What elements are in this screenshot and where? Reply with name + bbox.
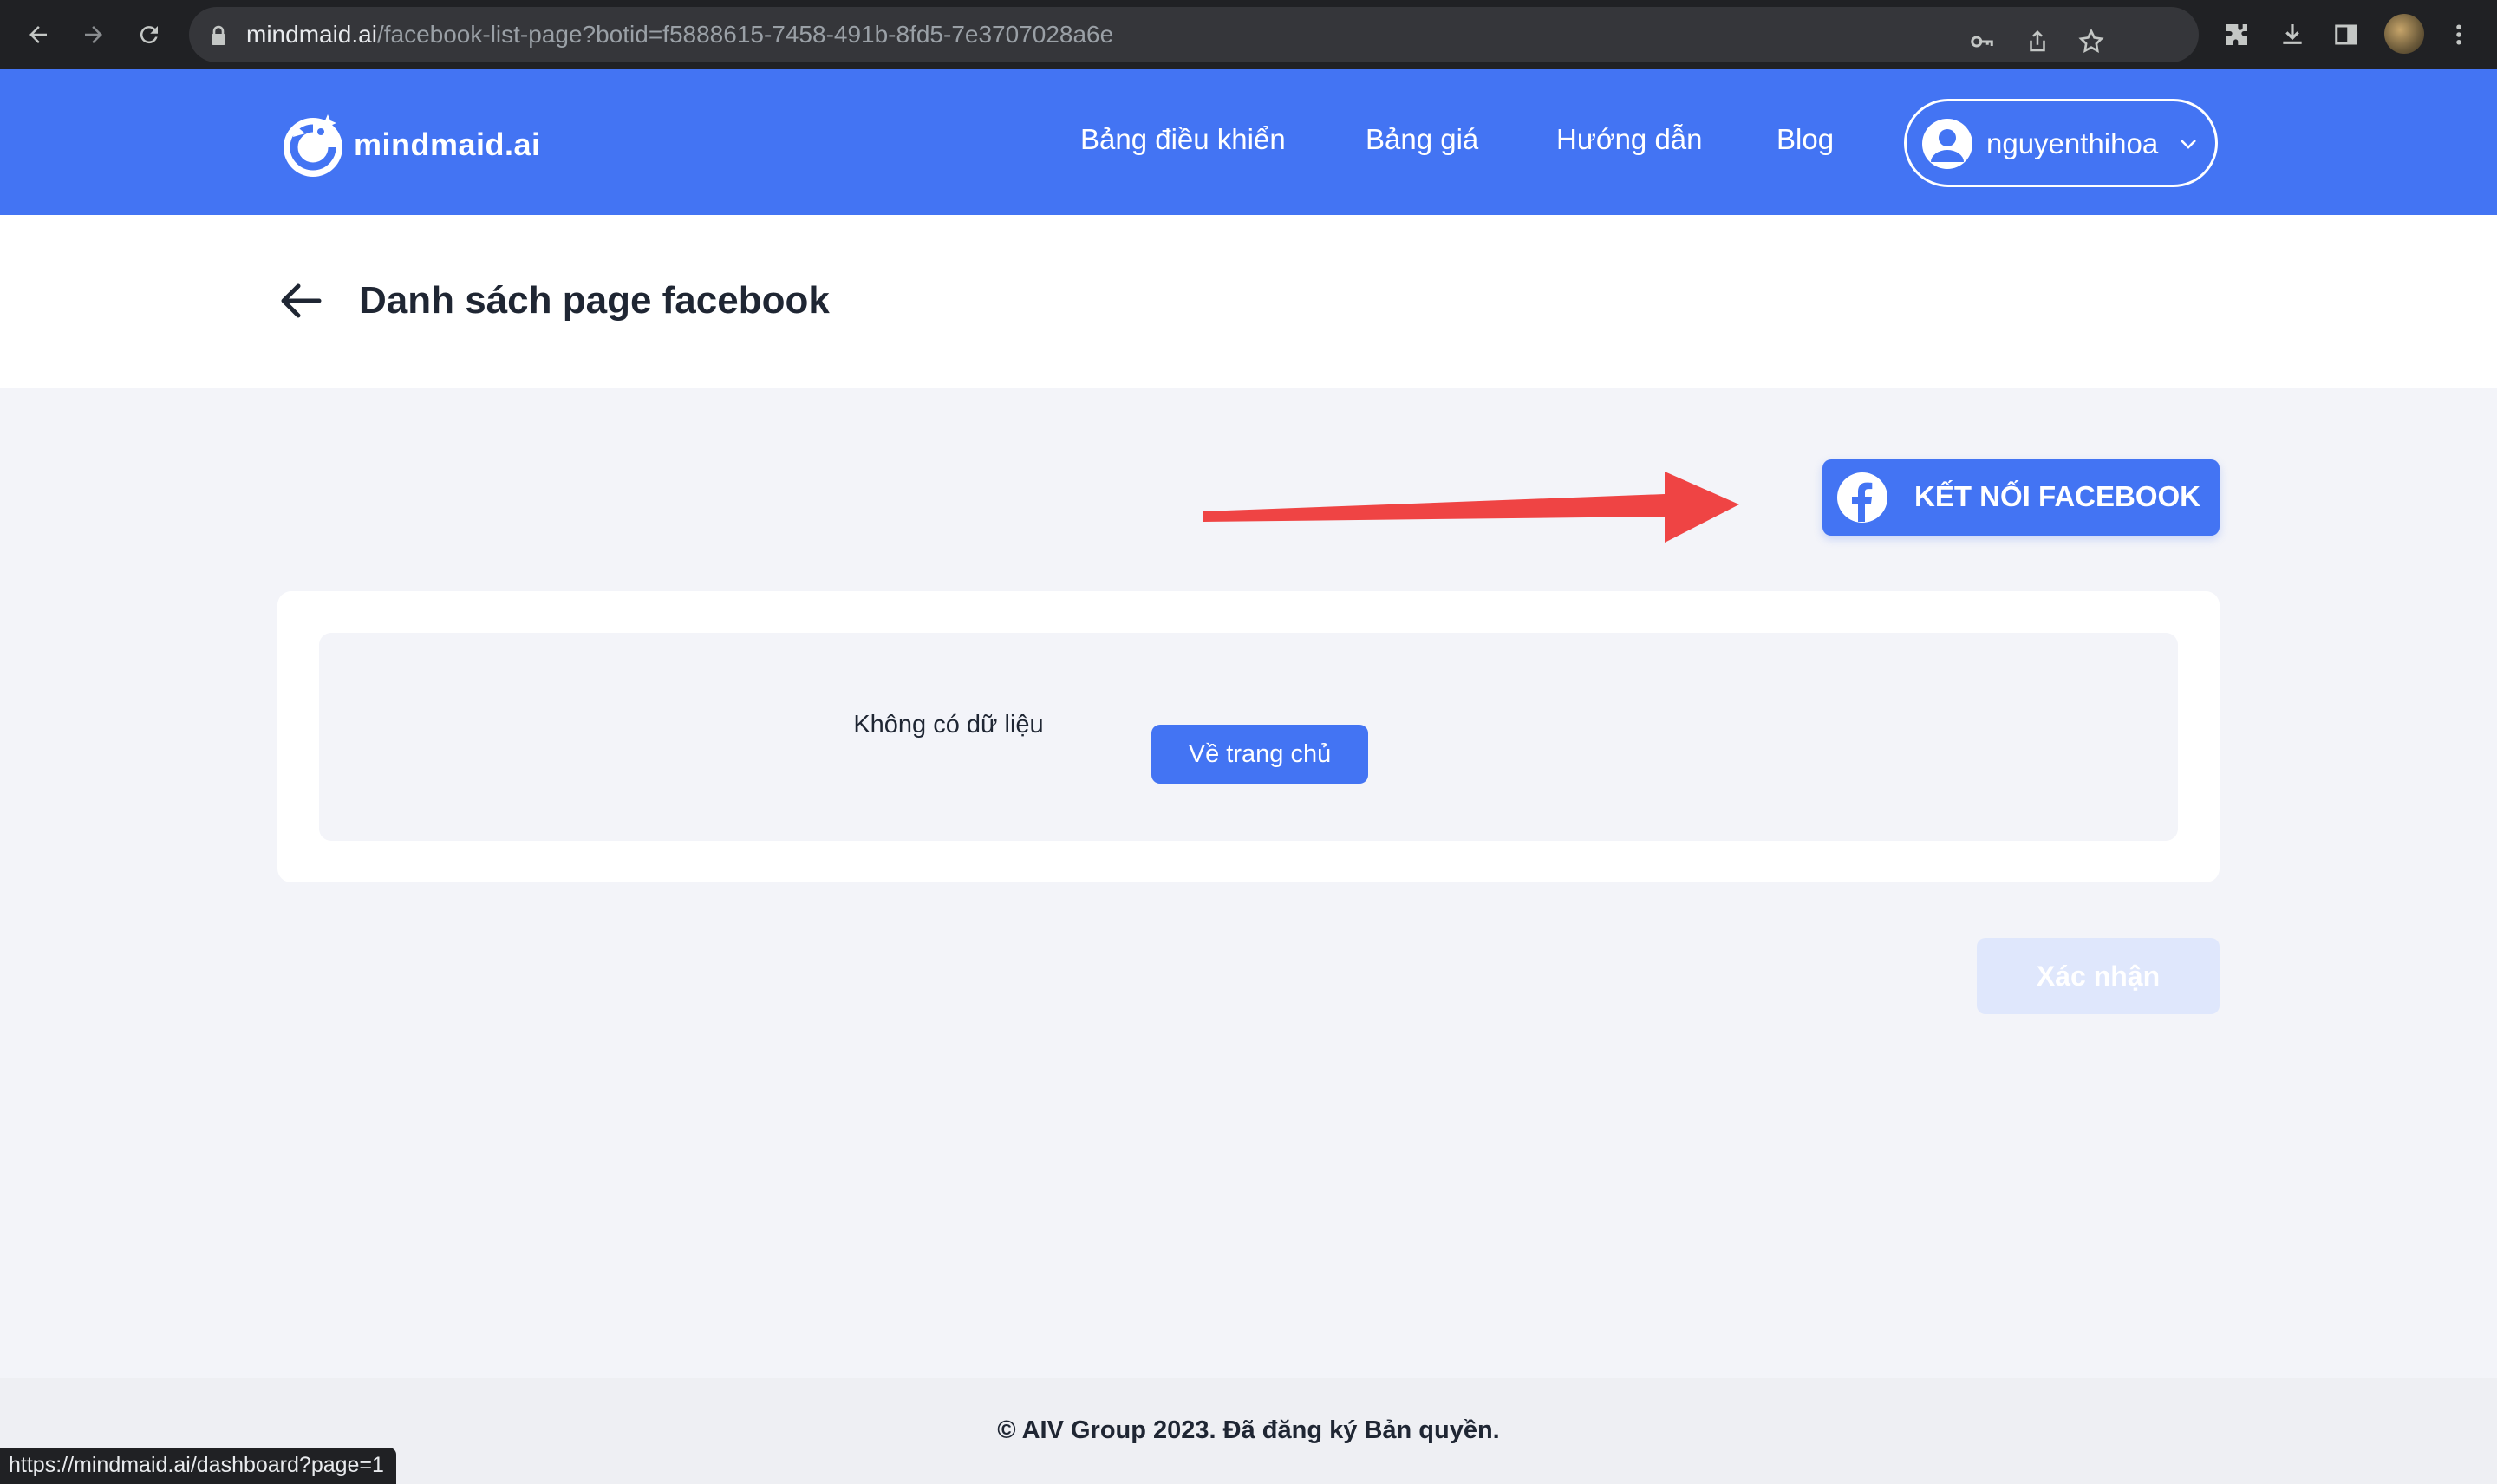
copyright-text: © AIV Group 2023. Đã đăng ký Bản quyền. <box>997 1416 1500 1444</box>
facebook-icon <box>1837 472 1887 523</box>
lock-icon <box>212 25 225 45</box>
address-bar[interactable]: mindmaid.ai/facebook-list-page?botid=f58… <box>189 7 2199 62</box>
share-icon[interactable] <box>2018 23 2057 61</box>
status-bar-url: https://mindmaid.ai/dashboard?page=1 <box>0 1448 396 1484</box>
extensions-icon[interactable] <box>2218 16 2256 54</box>
forward-nav-icon[interactable] <box>76 17 111 52</box>
page-title: Danh sách page facebook <box>359 279 830 322</box>
side-panel-icon[interactable] <box>2327 16 2365 54</box>
nav-guide-link[interactable]: Hướng dẫn <box>1556 123 1703 156</box>
user-menu-button[interactable]: nguyenthihoa <box>1904 99 2218 187</box>
go-home-button[interactable]: Về trang chủ <box>1151 725 1368 784</box>
nav-blog-link[interactable]: Blog <box>1777 123 1834 156</box>
logo-dolphin-icon <box>284 114 342 177</box>
page-title-bar: Danh sách page facebook <box>0 215 2497 388</box>
logo-text: mindmaid.ai <box>354 127 541 162</box>
annotation-arrow <box>1203 472 1739 543</box>
reload-icon[interactable] <box>132 17 166 52</box>
nav-dashboard-link[interactable]: Bảng điều khiển <box>1080 123 1286 156</box>
user-avatar-icon <box>1922 119 1972 169</box>
download-icon[interactable] <box>2273 16 2311 54</box>
logo[interactable]: mindmaid.ai <box>276 107 541 182</box>
empty-state-text: Không có dữ liệu <box>853 711 1044 739</box>
bookmark-star-icon[interactable] <box>2072 23 2110 61</box>
confirm-button[interactable]: Xác nhận <box>1977 938 2220 1014</box>
profile-avatar[interactable] <box>2384 14 2424 54</box>
menu-kebab-icon[interactable] <box>2440 16 2478 54</box>
back-arrow-icon[interactable] <box>279 281 323 321</box>
username: nguyenthihoa <box>1986 127 2159 159</box>
site-header: mindmaid.ai Bảng điều khiển Bảng giá Hướ… <box>0 69 2497 215</box>
browser-toolbar: mindmaid.ai/facebook-list-page?botid=f58… <box>0 0 2497 69</box>
connect-facebook-label: KẾT NỐI FACEBOOK <box>1914 480 2201 512</box>
back-nav-icon[interactable] <box>21 17 55 52</box>
key-icon[interactable] <box>1963 23 2001 61</box>
url-text: mindmaid.ai/facebook-list-page?botid=f58… <box>246 21 1114 48</box>
connect-facebook-button[interactable]: KẾT NỐI FACEBOOK <box>1822 459 2220 536</box>
nav-pricing-link[interactable]: Bảng giá <box>1366 123 1478 156</box>
chevron-down-icon <box>2181 140 2196 149</box>
